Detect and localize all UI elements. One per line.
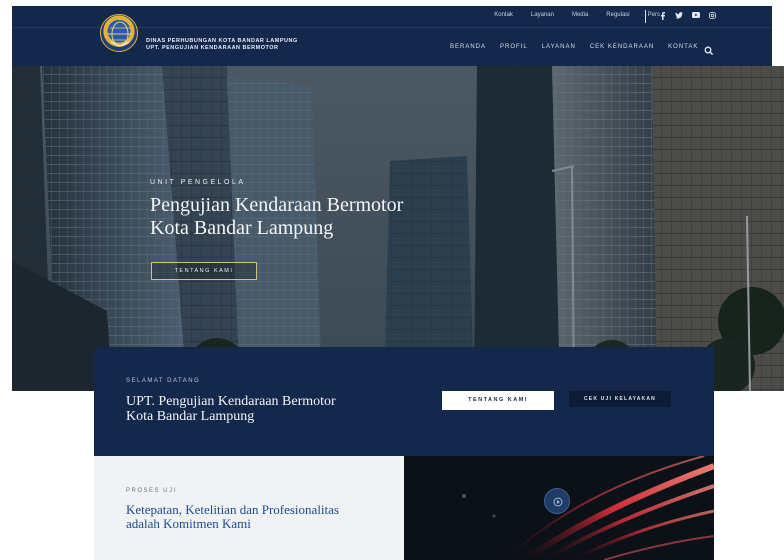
process-title: Ketepatan, Ketelitian dan Profesionalita… [126,503,386,531]
process-title-line2: adalah Komitmen Kami [126,516,251,531]
nav-item-kontak[interactable]: KONTAK [668,44,698,50]
top-link-layanan[interactable]: Layanan [531,12,554,18]
hero-title-line1: Pengujian Kendaraan Bermotor [150,194,404,216]
top-link-pers[interactable]: Pers [648,12,660,18]
check-roadworthiness-button[interactable]: CEK UJI KELAYAKAN [569,391,671,407]
process-title-line1: Ketepatan, Ketelitian dan Profesionalita… [126,502,339,517]
org-name-line1: DINAS PERHUBUNGAN KOTA BANDAR LAMPUNG [146,38,298,44]
top-divider [645,10,646,23]
main-nav: BERANDA PROFIL LAYANAN CEK KENDARAAN KON… [450,44,698,50]
hero-banner: UNIT PENGELOLA Pengujian Kendaraan Bermo… [12,66,784,391]
nav-item-layanan[interactable]: LAYANAN [542,44,576,50]
top-link-media[interactable]: Media [572,12,588,18]
welcome-title-line1: UPT. Pengujian Kendaraan Bermotor [126,394,336,409]
top-links: Kontak Layanan Media Regulasi Pers [494,12,660,18]
org-name: DINAS PERHUBUNGAN KOTA BANDAR LAMPUNG UP… [146,38,298,52]
welcome-title-line2: Kota Bandar Lampung [126,409,255,424]
social-links [660,12,716,23]
about-us-button[interactable]: TENTANG KAMI [442,391,554,410]
play-video-icon[interactable] [544,488,570,514]
hero-eyebrow: UNIT PENGELOLA [150,179,246,186]
hero-about-button[interactable]: TENTANG KAMI [151,262,257,280]
dishub-logo[interactable] [100,14,138,52]
nav-item-profil[interactable]: PROFIL [500,44,528,50]
nav-item-beranda[interactable]: BERANDA [450,44,486,50]
org-name-line2: UPT. PENGUJIAN KENDARAAN BERMOTOR [146,45,279,51]
traffic-light-trails-image [404,456,714,560]
facebook-icon[interactable] [660,12,666,23]
nav-item-cek-kendaraan[interactable]: CEK KENDARAAN [590,44,654,50]
site-header: Kontak Layanan Media Regulasi Pers DINAS… [12,6,772,66]
welcome-eyebrow: SELAMAT DATANG [126,378,201,384]
welcome-section: SELAMAT DATANG UPT. Pengujian Kendaraan … [94,347,714,456]
top-link-kontak[interactable]: Kontak [494,12,513,18]
process-eyebrow: PROSES UJI [126,488,177,494]
search-icon[interactable] [704,43,714,56]
hero-title: Pengujian Kendaraan Bermotor Kota Bandar… [150,194,490,240]
twitter-icon[interactable] [675,12,683,23]
hero-title-line2: Kota Bandar Lampung [150,217,334,239]
welcome-title: UPT. Pengujian Kendaraan Bermotor Kota B… [126,394,386,424]
top-link-regulasi[interactable]: Regulasi [606,12,629,18]
instagram-icon[interactable] [709,12,716,23]
process-section: PROSES UJI Ketepatan, Ketelitian dan Pro… [94,456,404,560]
youtube-icon[interactable] [692,12,700,23]
